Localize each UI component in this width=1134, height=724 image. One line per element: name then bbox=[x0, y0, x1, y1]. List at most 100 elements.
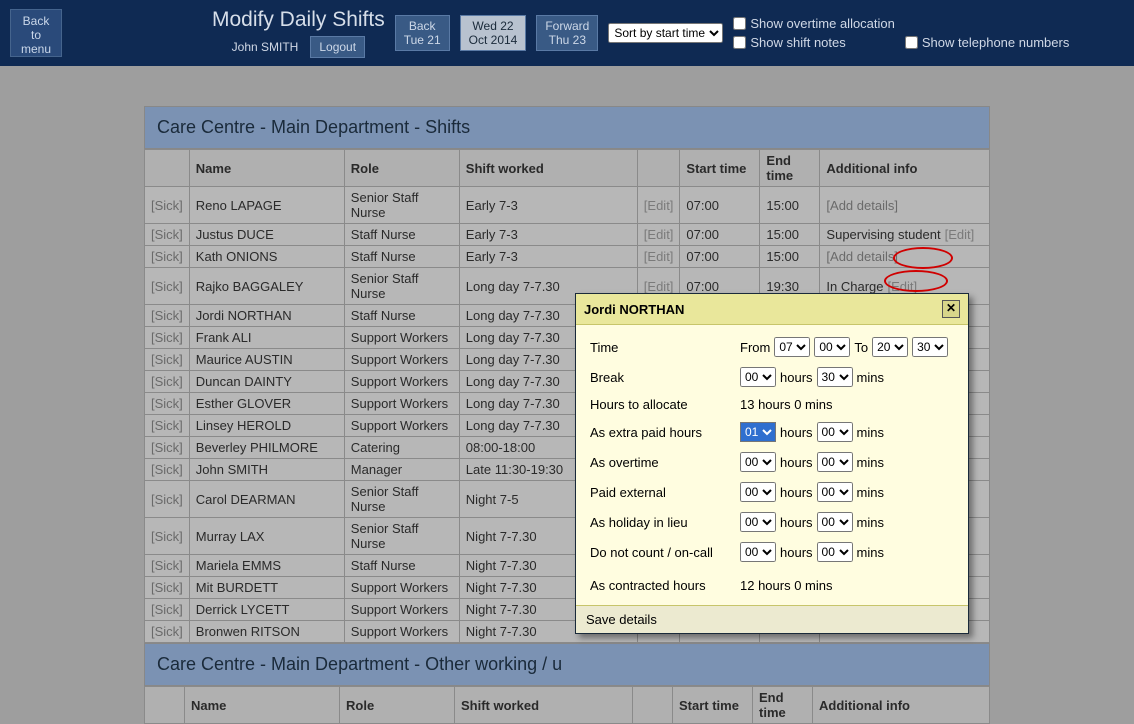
sick-link[interactable]: [Sick] bbox=[151, 308, 183, 323]
extra-hour-select[interactable]: 01 bbox=[740, 422, 776, 442]
back-day-label: Back bbox=[404, 19, 441, 33]
cell-name: Frank ALI bbox=[189, 327, 344, 349]
table-row: [Sick] Kath ONIONSStaff NurseEarly 7-3 [Ed… bbox=[145, 246, 990, 268]
sick-link[interactable]: [Sick] bbox=[151, 462, 183, 477]
info-text: In Charge bbox=[826, 279, 883, 294]
logout-button[interactable]: Logout bbox=[310, 36, 365, 58]
cell-name: Kath ONIONS bbox=[189, 246, 344, 268]
edit-link[interactable]: [Edit] bbox=[644, 249, 674, 264]
col-role: Role bbox=[344, 150, 459, 187]
sort-select[interactable]: Sort by start time bbox=[608, 23, 723, 43]
cell-role: Senior Staff Nurse bbox=[344, 518, 459, 555]
from-hour-select[interactable]: 07 bbox=[774, 337, 810, 357]
cell-role: Staff Nurse bbox=[344, 224, 459, 246]
sick-link[interactable]: [Sick] bbox=[151, 418, 183, 433]
paid-external-label: Paid external bbox=[590, 485, 740, 500]
hours-allocate-value: 13 hours 0 mins bbox=[740, 397, 833, 412]
notes-label: Show shift notes bbox=[750, 35, 845, 50]
back-to-menu-button[interactable]: Backtomenu bbox=[10, 9, 62, 57]
top-bar: Backtomenu Modify Daily Shifts John SMIT… bbox=[0, 0, 1134, 66]
holiday-lieu-label: As holiday in lieu bbox=[590, 515, 740, 530]
notes-checkbox[interactable] bbox=[733, 36, 746, 49]
current-user: John SMITH bbox=[232, 40, 299, 54]
forward-day-date: Thu 23 bbox=[545, 33, 589, 47]
paid-ext-min-select[interactable]: 00 bbox=[817, 482, 853, 502]
extra-hours-label: As extra paid hours bbox=[590, 425, 740, 440]
sick-link[interactable]: [Sick] bbox=[151, 227, 183, 242]
info-text: Supervising student bbox=[826, 227, 940, 242]
cell-name: Duncan DAINTY bbox=[189, 371, 344, 393]
contracted-hours-label: As contracted hours bbox=[590, 578, 740, 593]
edit-info-link[interactable]: [Edit] bbox=[888, 279, 918, 294]
sick-link[interactable]: [Sick] bbox=[151, 558, 183, 573]
sick-link[interactable]: [Sick] bbox=[151, 249, 183, 264]
save-details-button[interactable]: Save details bbox=[576, 605, 968, 633]
break-hour-select[interactable]: 00 bbox=[740, 367, 776, 387]
col-end: End time bbox=[760, 150, 820, 187]
cell-name: Esther GLOVER bbox=[189, 393, 344, 415]
cell-role: Manager bbox=[344, 459, 459, 481]
sick-link[interactable]: [Sick] bbox=[151, 440, 183, 455]
overtime-checkbox[interactable] bbox=[733, 17, 746, 30]
sick-link[interactable]: [Sick] bbox=[151, 279, 183, 294]
col-start: Start time bbox=[680, 150, 760, 187]
sick-link[interactable]: [Sick] bbox=[151, 529, 183, 544]
forward-day-button[interactable]: Forward Thu 23 bbox=[536, 15, 598, 51]
sick-link[interactable]: [Sick] bbox=[151, 396, 183, 411]
donot-hour-select[interactable]: 00 bbox=[740, 542, 776, 562]
sick-link[interactable]: [Sick] bbox=[151, 492, 183, 507]
overtime-min-select[interactable]: 00 bbox=[817, 452, 853, 472]
cell-name: Justus DUCE bbox=[189, 224, 344, 246]
close-icon[interactable]: ✕ bbox=[942, 300, 960, 318]
time-label: Time bbox=[590, 340, 740, 355]
cell-role: Support Workers bbox=[344, 621, 459, 643]
from-label: From bbox=[740, 340, 770, 355]
cell-role: Senior Staff Nurse bbox=[344, 187, 459, 224]
to-label: To bbox=[854, 340, 868, 355]
cell-name: Bronwen RITSON bbox=[189, 621, 344, 643]
extra-min-select[interactable]: 00 bbox=[817, 422, 853, 442]
cell-role: Support Workers bbox=[344, 393, 459, 415]
add-details-link[interactable]: [Add details] bbox=[826, 249, 898, 264]
cell-name: Beverley PHILMORE bbox=[189, 437, 344, 459]
to-hour-select[interactable]: 20 bbox=[872, 337, 908, 357]
holiday-hour-select[interactable]: 00 bbox=[740, 512, 776, 532]
edit-link[interactable]: [Edit] bbox=[644, 227, 674, 242]
sick-link[interactable]: [Sick] bbox=[151, 624, 183, 639]
edit-link[interactable]: [Edit] bbox=[644, 279, 674, 294]
add-details-link[interactable]: [Add details] bbox=[826, 198, 898, 213]
col-shift: Shift worked bbox=[459, 150, 637, 187]
cell-role: Staff Nurse bbox=[344, 246, 459, 268]
cell-role: Catering bbox=[344, 437, 459, 459]
cell-name: Derrick LYCETT bbox=[189, 599, 344, 621]
sick-link[interactable]: [Sick] bbox=[151, 580, 183, 595]
to-min-select[interactable]: 30 bbox=[912, 337, 948, 357]
cell-name: Mariela EMMS bbox=[189, 555, 344, 577]
cell-end: 15:00 bbox=[760, 224, 820, 246]
overtime-hour-select[interactable]: 00 bbox=[740, 452, 776, 472]
overtime-label: Show overtime allocation bbox=[750, 16, 895, 31]
back-day-button[interactable]: Back Tue 21 bbox=[395, 15, 450, 51]
edit-shift-popup: Jordi NORTHAN ✕ Time From 07 00 To 20 30… bbox=[575, 293, 969, 634]
sick-link[interactable]: [Sick] bbox=[151, 374, 183, 389]
sick-link[interactable]: [Sick] bbox=[151, 352, 183, 367]
holiday-min-select[interactable]: 00 bbox=[817, 512, 853, 532]
edit-link[interactable]: [Edit] bbox=[644, 198, 674, 213]
donot-min-select[interactable]: 00 bbox=[817, 542, 853, 562]
sick-link[interactable]: [Sick] bbox=[151, 198, 183, 213]
cell-role: Support Workers bbox=[344, 415, 459, 437]
cell-start: 07:00 bbox=[680, 246, 760, 268]
cell-name: John SMITH bbox=[189, 459, 344, 481]
cell-shift: Early 7-3 bbox=[459, 224, 637, 246]
paid-ext-hour-select[interactable]: 00 bbox=[740, 482, 776, 502]
telephone-checkbox[interactable] bbox=[905, 36, 918, 49]
cell-end: 15:00 bbox=[760, 187, 820, 224]
edit-info-link[interactable]: [Edit] bbox=[945, 227, 975, 242]
cell-start: 07:00 bbox=[680, 224, 760, 246]
sick-link[interactable]: [Sick] bbox=[151, 602, 183, 617]
cell-shift: Early 7-3 bbox=[459, 246, 637, 268]
break-min-select[interactable]: 30 bbox=[817, 367, 853, 387]
sick-link[interactable]: [Sick] bbox=[151, 330, 183, 345]
telephone-label: Show telephone numbers bbox=[922, 35, 1069, 50]
from-min-select[interactable]: 00 bbox=[814, 337, 850, 357]
